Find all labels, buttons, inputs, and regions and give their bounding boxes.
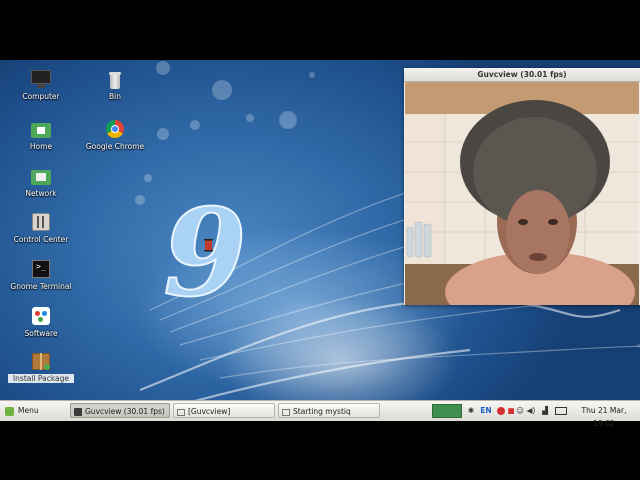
task-starting-mystiq[interactable]: Starting mystiq bbox=[278, 403, 380, 418]
desktop-icon-label: Bin bbox=[109, 92, 121, 101]
network-signal-icon[interactable]: ▟ bbox=[540, 404, 550, 417]
menu-button[interactable]: Menu bbox=[2, 403, 64, 418]
desktop-icon-label: Software bbox=[24, 329, 58, 338]
volume-icon[interactable]: ◀) bbox=[526, 404, 536, 417]
wallpaper-logo: 9 bbox=[163, 183, 247, 324]
window-icon bbox=[282, 408, 290, 416]
task-label: [Guvcview] bbox=[188, 407, 231, 416]
camera-frame-image bbox=[405, 82, 639, 305]
trash-icon bbox=[105, 70, 125, 90]
desktop-icon-computer[interactable]: Computer bbox=[6, 70, 76, 101]
window-icon bbox=[177, 408, 185, 416]
app-icon bbox=[74, 408, 82, 416]
desktop-icon-label: Network bbox=[25, 189, 57, 198]
desktop-icon-bin[interactable]: Bin bbox=[80, 70, 150, 101]
keyboard-layout-indicator[interactable]: EN bbox=[479, 404, 493, 417]
screen-recorder-icon[interactable]: ■ bbox=[507, 404, 515, 417]
battery-icon[interactable] bbox=[555, 404, 567, 417]
workspace-switcher[interactable] bbox=[432, 404, 462, 418]
desktop-icon-label: Home bbox=[29, 142, 53, 151]
desktop-icon-label: Install Package bbox=[8, 374, 74, 383]
desktop-icon-network[interactable]: Network bbox=[6, 167, 76, 198]
desktop-icon-install-package[interactable]: Install Package bbox=[6, 352, 76, 383]
taskbar: Menu Guvcview (30.01 fps) [Guvcview] Sta… bbox=[0, 400, 640, 428]
mint-menu-icon bbox=[5, 406, 14, 416]
desktop-icon-home[interactable]: Home bbox=[6, 120, 76, 151]
desktop-icon-label: Computer bbox=[22, 92, 60, 101]
software-icon bbox=[31, 307, 51, 327]
desktop-icon-label: Google Chrome bbox=[85, 142, 145, 151]
task-guvcview-controls[interactable]: [Guvcview] bbox=[173, 403, 275, 418]
bluetooth-icon[interactable]: ✱ bbox=[467, 404, 475, 417]
home-folder-icon bbox=[31, 120, 51, 140]
desktop-icon-control-center[interactable]: Control Center bbox=[6, 213, 76, 244]
terminal-icon: >_ bbox=[31, 260, 51, 280]
task-label: Guvcview (30.01 fps) bbox=[85, 407, 165, 416]
task-guvcview-window[interactable]: Guvcview (30.01 fps) bbox=[70, 403, 170, 418]
network-folder-icon bbox=[31, 167, 51, 187]
desktop-icon-label: Control Center bbox=[13, 235, 69, 244]
camera-window[interactable]: Guvcview (30.01 fps) bbox=[404, 68, 640, 305]
accessibility-icon[interactable]: ☺ bbox=[515, 404, 525, 417]
camera-window-title[interactable]: Guvcview (30.01 fps) bbox=[404, 68, 640, 82]
chrome-icon bbox=[105, 120, 125, 140]
computer-icon bbox=[31, 70, 51, 90]
task-label: Starting mystiq bbox=[293, 407, 351, 416]
desktop-icon-gnome-terminal[interactable]: >_ Gnome Terminal bbox=[6, 260, 76, 291]
desktop: 9 Computer Bin Home Google Chrome Networ… bbox=[0, 60, 640, 420]
desktop-icon-label: Gnome Terminal bbox=[10, 282, 72, 291]
hourglass-cursor-icon bbox=[204, 239, 213, 252]
desktop-icon-google-chrome[interactable]: Google Chrome bbox=[80, 120, 150, 151]
menu-label: Menu bbox=[18, 406, 39, 415]
clock[interactable]: Thu 21 Mar, 19:02 bbox=[570, 404, 638, 428]
package-icon bbox=[31, 352, 51, 372]
camera-preview bbox=[405, 82, 639, 305]
control-center-icon bbox=[31, 213, 51, 233]
record-icon[interactable] bbox=[496, 404, 506, 417]
desktop-icon-software[interactable]: Software bbox=[6, 307, 76, 338]
